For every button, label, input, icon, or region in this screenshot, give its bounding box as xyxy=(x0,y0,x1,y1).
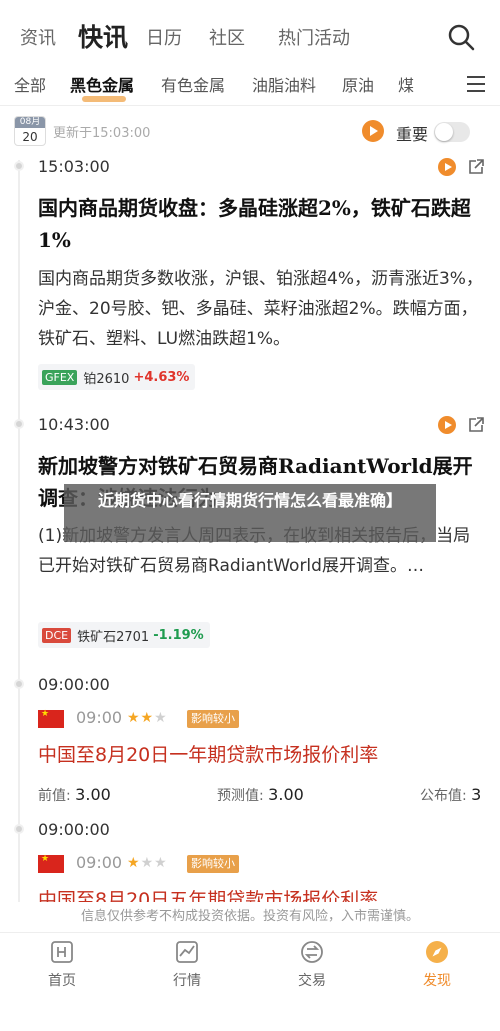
category-fade xyxy=(414,66,454,104)
play-audio-icon[interactable] xyxy=(362,120,384,142)
exchange-icon xyxy=(301,941,323,963)
category-active-indicator xyxy=(82,96,126,102)
nav-trade[interactable]: 交易 xyxy=(282,939,342,990)
play-audio-icon[interactable] xyxy=(438,416,456,434)
timeline-dot xyxy=(14,824,24,834)
feed-body: 国内商品期货多数收涨，沪银、铂涨超4%，沥青涨近3%，沪金、20号胶、钯、多晶硅… xyxy=(38,269,483,349)
category-ferrous-metals[interactable]: 黑色金属 xyxy=(70,72,134,96)
feed-time: 15:03:00 xyxy=(38,157,110,176)
contract-change: +4.63% xyxy=(133,369,190,385)
tab-community[interactable]: 社区 xyxy=(209,24,245,50)
timeline-dot xyxy=(14,419,24,429)
nav-home-label: 首页 xyxy=(48,973,76,989)
feed-headline[interactable]: 国内商品期货收盘：多晶硅涨超2%，铁矿石跌超1% xyxy=(38,192,484,256)
disclaimer: 信息仅供参考不构成投资依据。投资有风险，入市需谨慎。 xyxy=(0,902,500,932)
compass-icon xyxy=(426,941,448,963)
event-time: 09:00 xyxy=(76,708,123,727)
nav-trade-label: 交易 xyxy=(298,973,326,989)
important-filter-toggle[interactable] xyxy=(434,122,470,142)
category-bar: 全部 黑色金属 有色金属 油脂油料 原油 煤 xyxy=(0,66,500,106)
tab-calendar[interactable]: 日历 xyxy=(146,24,182,50)
tab-events[interactable]: 热门活动 xyxy=(278,24,350,50)
share-icon[interactable] xyxy=(467,158,485,176)
event-title[interactable]: 中国至8月20日一年期贷款市场报价利率 xyxy=(38,741,484,769)
forecast-value: 预测值: 3.00 xyxy=(217,785,304,804)
feed-time: 10:43:00 xyxy=(38,415,110,434)
exchange-badge: DCE xyxy=(42,627,72,643)
importance-stars: ★★★ xyxy=(127,855,168,871)
share-icon[interactable] xyxy=(467,416,485,434)
actual-value: 公布值: 3 xyxy=(420,785,482,804)
tab-news[interactable]: 资讯 xyxy=(20,24,56,50)
importance-stars: ★★★ xyxy=(127,710,168,726)
china-flag-icon xyxy=(38,709,64,728)
timeline-line xyxy=(18,160,20,905)
date-badge: 08月 20 xyxy=(14,116,46,146)
important-filter-label: 重要 xyxy=(396,125,429,144)
category-all[interactable]: 全部 xyxy=(14,72,46,96)
nav-market-label: 行情 xyxy=(173,973,201,989)
contract-name: 铂2610 xyxy=(83,371,130,387)
top-nav: 资讯 快讯 日历 社区 热门活动 xyxy=(0,0,500,66)
nav-discover-label: 发现 xyxy=(423,973,451,989)
bottom-nav: 首页 行情 交易 发现 xyxy=(0,932,500,1031)
contract-tag[interactable]: DCE 铁矿石2701 -1.19% xyxy=(38,622,210,648)
play-audio-icon[interactable] xyxy=(438,158,456,176)
home-icon xyxy=(51,941,73,963)
date-badge-month: 08月 xyxy=(15,117,45,128)
nav-market[interactable]: 行情 xyxy=(157,939,217,990)
timeline-dot xyxy=(14,679,24,689)
impact-badge: 影响较小 xyxy=(187,710,239,728)
menu-icon[interactable] xyxy=(464,72,488,96)
category-nonferrous-metals[interactable]: 有色金属 xyxy=(161,72,225,96)
tab-flash[interactable]: 快讯 xyxy=(78,18,128,54)
updated-time: 更新于15:03:00 xyxy=(53,126,151,141)
event-time: 09:00 xyxy=(76,853,123,872)
category-crude-oil[interactable]: 原油 xyxy=(342,72,374,96)
category-oils-oilseeds[interactable]: 油脂油料 xyxy=(252,72,316,96)
search-icon[interactable] xyxy=(446,22,476,52)
impact-badge: 影响较小 xyxy=(187,855,239,873)
nav-home[interactable]: 首页 xyxy=(32,939,92,990)
overlay-banner: 近期货中心看行情期货行情怎么看最准确】 xyxy=(64,484,436,542)
date-badge-day: 20 xyxy=(22,130,38,144)
nav-discover[interactable]: 发现 xyxy=(407,939,467,990)
event-time-header: 09:00:00 xyxy=(38,675,110,694)
event-time-header: 09:00:00 xyxy=(38,820,110,839)
previous-value: 前值: 3.00 xyxy=(38,785,111,804)
timeline-dot xyxy=(14,161,24,171)
contract-change: -1.19% xyxy=(153,627,204,643)
contract-tag[interactable]: GFEX 铂2610 +4.63% xyxy=(38,364,196,390)
exchange-badge: GFEX xyxy=(42,369,78,385)
category-coal[interactable]: 煤 xyxy=(398,72,414,96)
contract-name: 铁矿石2701 xyxy=(77,629,150,645)
chart-icon xyxy=(176,941,198,963)
china-flag-icon xyxy=(38,854,64,873)
